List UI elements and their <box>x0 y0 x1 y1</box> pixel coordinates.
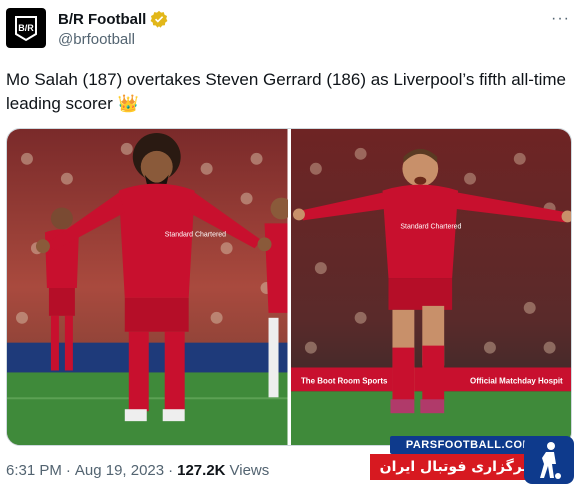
parsfootball-watermark: PARSFOOTBALL.COM خبرگزاری فوتبال ایران <box>370 436 578 484</box>
svg-text:The Boot Room Sports: The Boot Room Sports <box>300 376 387 385</box>
tweet-time[interactable]: 6:31 PM <box>6 462 62 479</box>
watermark-tagline: خبرگزاری فوتبال ایران <box>370 454 548 480</box>
meta-separator: · <box>65 462 71 479</box>
media-grid: Standard Chartered The Boot Room Sports … <box>6 128 572 446</box>
br-logo-icon: B/R <box>15 16 37 42</box>
salah-celebration-image: Standard Chartered <box>7 129 288 445</box>
photo-gerrard[interactable]: The Boot Room Sports Official Matchday H… <box>290 129 571 445</box>
handle[interactable]: @brfootball <box>58 31 135 48</box>
meta-separator: · <box>168 462 174 479</box>
tweet-text: Mo Salah (187) overtakes Steven Gerrard … <box>6 70 566 113</box>
svg-text:Official Matchday Hospit: Official Matchday Hospit <box>470 376 563 385</box>
gerrard-celebration-image: The Boot Room Sports Official Matchday H… <box>290 129 571 445</box>
svg-text:B/R: B/R <box>18 23 34 33</box>
display-name[interactable]: B/R Football <box>58 11 146 28</box>
views-count[interactable]: 127.2K <box>177 462 225 479</box>
views-label: Views <box>229 462 270 479</box>
verified-badge-icon <box>150 10 168 28</box>
photo-salah[interactable]: Standard Chartered <box>7 129 288 445</box>
svg-text:Standard Chartered: Standard Chartered <box>165 231 226 238</box>
tweet-header: B/R B/R Football @brfootball ··· <box>6 8 572 52</box>
tweet-date[interactable]: Aug 19, 2023 <box>75 462 164 479</box>
tweet-meta: 6:31 PM · Aug 19, 2023 · 127.2K Views <box>6 462 269 479</box>
svg-text:Standard Chartered: Standard Chartered <box>400 223 461 230</box>
player-logo-icon <box>524 436 574 484</box>
more-options-icon[interactable]: ··· <box>551 10 570 28</box>
avatar[interactable]: B/R <box>6 8 46 48</box>
